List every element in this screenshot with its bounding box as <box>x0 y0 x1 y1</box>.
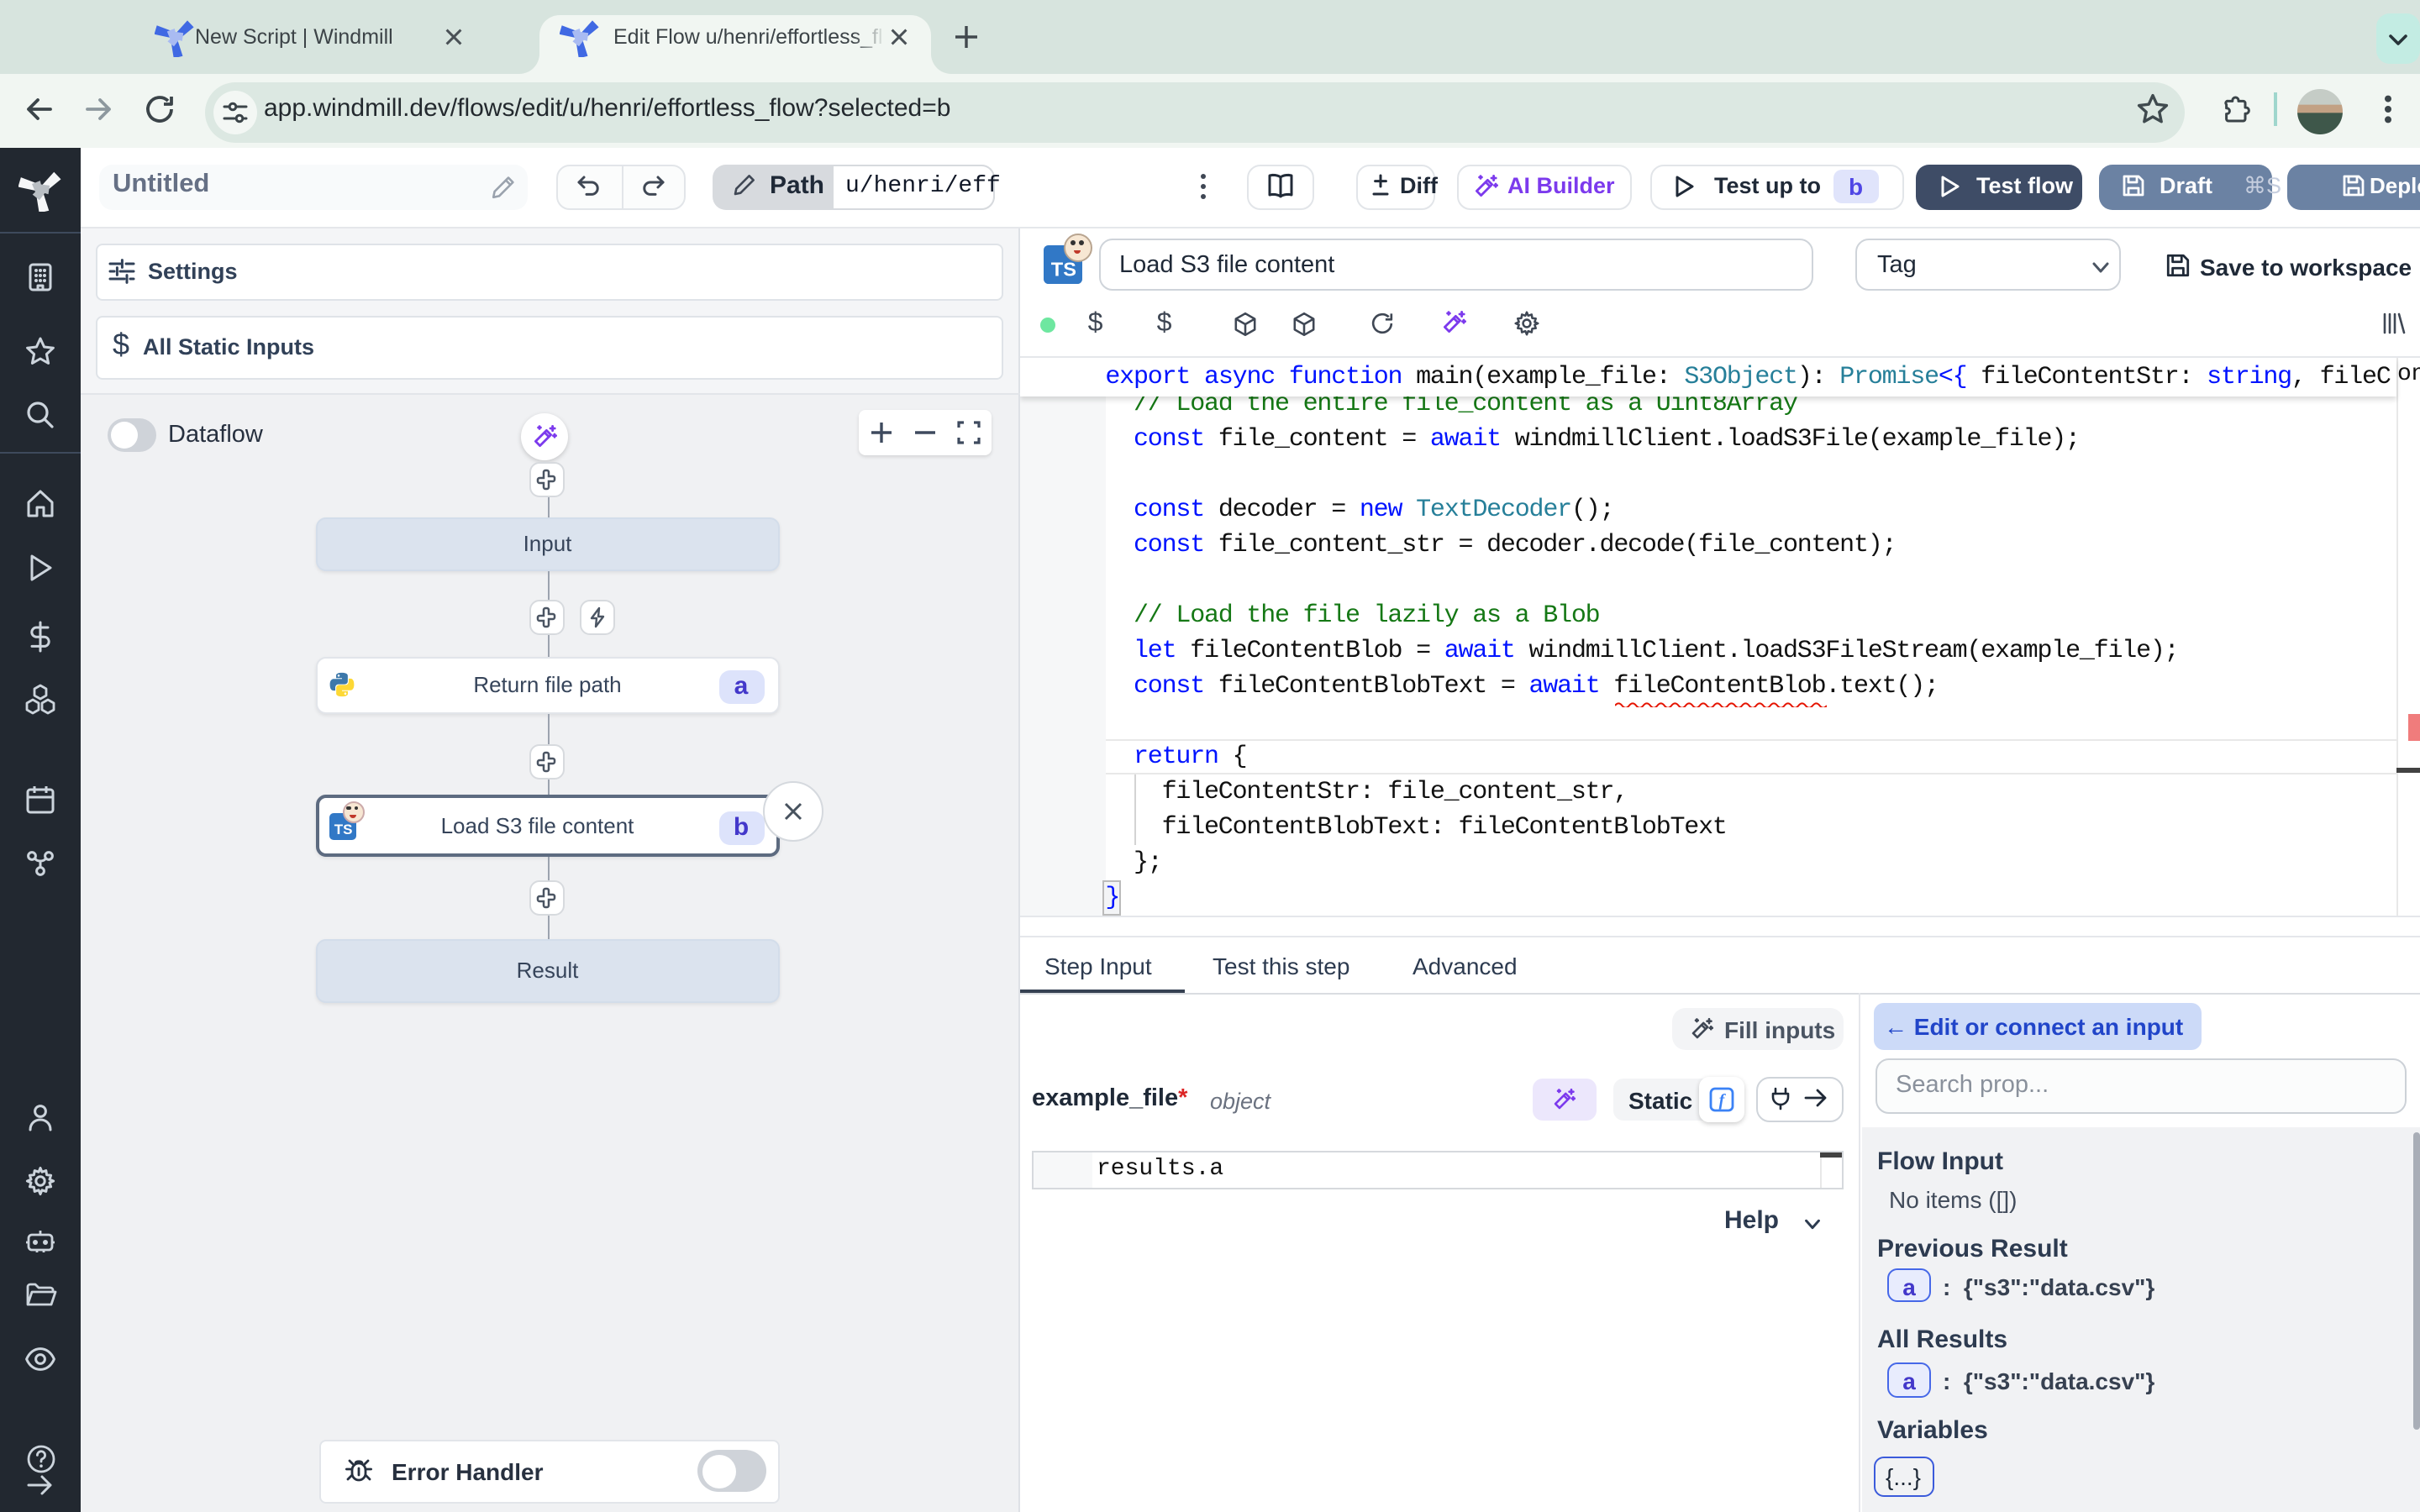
svg-text:f: f <box>1719 1090 1727 1109</box>
svg-text:TS: TS <box>334 822 353 837</box>
svg-text:TS: TS <box>1051 259 1076 281</box>
